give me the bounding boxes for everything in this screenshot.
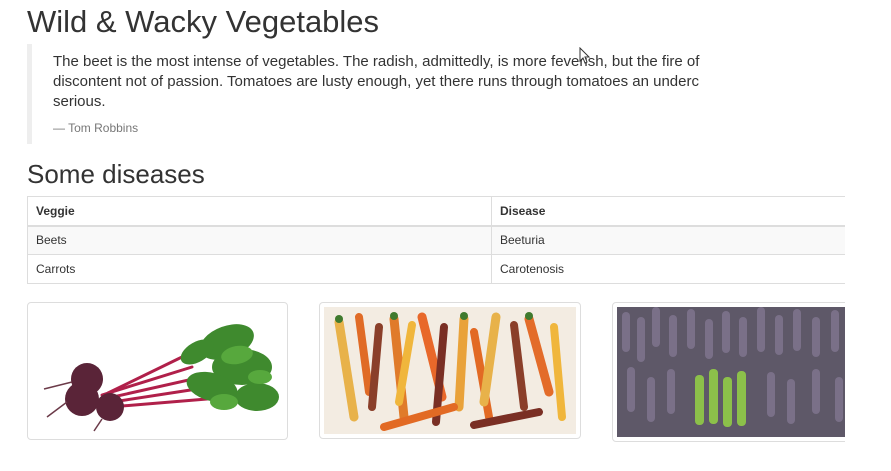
column-header-disease: Disease [491, 196, 845, 227]
quote-line: serious. [53, 93, 106, 110]
image-gallery [27, 302, 845, 442]
quote-author: — Tom Robbins [53, 121, 139, 135]
table-cell-disease: Carotenosis [491, 254, 845, 284]
asparagus-icon [617, 307, 845, 437]
table-row: Beets Beeturia [27, 225, 845, 255]
quote-block: The beet is the most intense of vegetabl… [27, 44, 845, 144]
diseases-table: Veggie Disease Beets Beeturia Carrots Ca… [27, 196, 845, 284]
column-header-veggie: Veggie [27, 196, 492, 227]
carrots-icon [324, 307, 576, 434]
table-cell-veggie: Carrots [27, 254, 492, 284]
quote-line: discontent not of passion. Tomatoes are … [53, 73, 699, 90]
asparagus-image [612, 302, 845, 442]
table-row: Carrots Carotenosis [27, 254, 845, 284]
table-header-row: Veggie Disease [27, 196, 845, 227]
page-title: Wild & Wacky Vegetables [27, 4, 380, 39]
beets-icon [32, 307, 283, 435]
carrots-image [319, 302, 581, 439]
section-heading-diseases: Some diseases [27, 159, 205, 189]
table-cell-disease: Beeturia [491, 225, 845, 255]
quote-line: The beet is the most intense of vegetabl… [53, 53, 700, 70]
page-content: Wild & Wacky Vegetables The beet is the … [27, 0, 845, 471]
mouse-cursor-icon [579, 47, 591, 64]
beets-image [27, 302, 288, 440]
table-cell-veggie: Beets [27, 225, 492, 255]
quote-text: The beet is the most intense of vegetabl… [53, 52, 845, 112]
page-viewport: Wild & Wacky Vegetables The beet is the … [0, 0, 891, 471]
